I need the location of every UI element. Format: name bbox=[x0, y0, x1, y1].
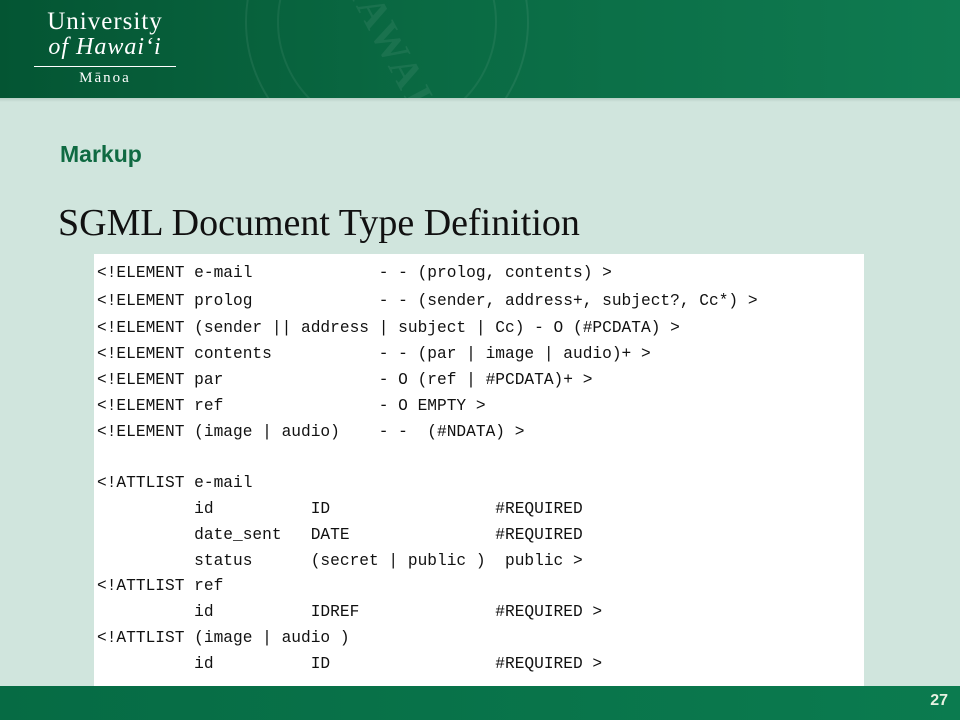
code-line: <!ELEMENT prolog - - (sender, address+, … bbox=[97, 292, 758, 310]
slide-title: SGML Document Type Definition bbox=[58, 202, 580, 244]
logo-line-manoa: Mānoa bbox=[79, 70, 131, 86]
code-line: id ID #REQUIRED bbox=[97, 500, 583, 518]
logo-divider bbox=[34, 66, 176, 67]
code-line: <!ELEMENT par - O (ref | #PCDATA)+ > bbox=[97, 371, 593, 389]
code-line: <!ATTLIST (image | audio ) bbox=[97, 629, 350, 647]
code-line: <!ELEMENT e-mail - - (prolog, contents) … bbox=[97, 264, 612, 282]
footer-bar: 27 bbox=[0, 686, 960, 720]
code-line: id IDREF #REQUIRED > bbox=[97, 603, 603, 621]
logo-line-hawaii: of Hawaiʻi bbox=[48, 34, 162, 60]
logo-line-university: University bbox=[47, 8, 163, 35]
dtd-code-panel: <!ELEMENT e-mail - - (prolog, contents) … bbox=[94, 254, 864, 686]
code-line: <!ATTLIST e-mail bbox=[97, 474, 253, 492]
page-number: 27 bbox=[930, 692, 948, 709]
code-line: <!ELEMENT contents - - (par | image | au… bbox=[97, 345, 651, 363]
code-line: <!ELEMENT (image | audio) - - (#NDATA) > bbox=[97, 423, 525, 441]
code-line: <!ELEMENT ref - O EMPTY > bbox=[97, 397, 486, 415]
code-line: <!ELEMENT (sender || address | subject |… bbox=[97, 319, 680, 337]
university-logo: University of Hawaiʻi Mānoa bbox=[20, 8, 190, 92]
header-banner: HAWAIʻI University of Hawaiʻi Mānoa bbox=[0, 0, 960, 98]
code-line: date_sent DATE #REQUIRED bbox=[97, 526, 583, 544]
code-line: status (secret | public ) public > bbox=[97, 552, 583, 570]
section-title: Markup bbox=[60, 141, 142, 167]
code-line: id ID #REQUIRED > bbox=[97, 655, 603, 673]
header-shadow bbox=[0, 98, 960, 102]
code-line: <!ATTLIST ref bbox=[97, 577, 224, 595]
